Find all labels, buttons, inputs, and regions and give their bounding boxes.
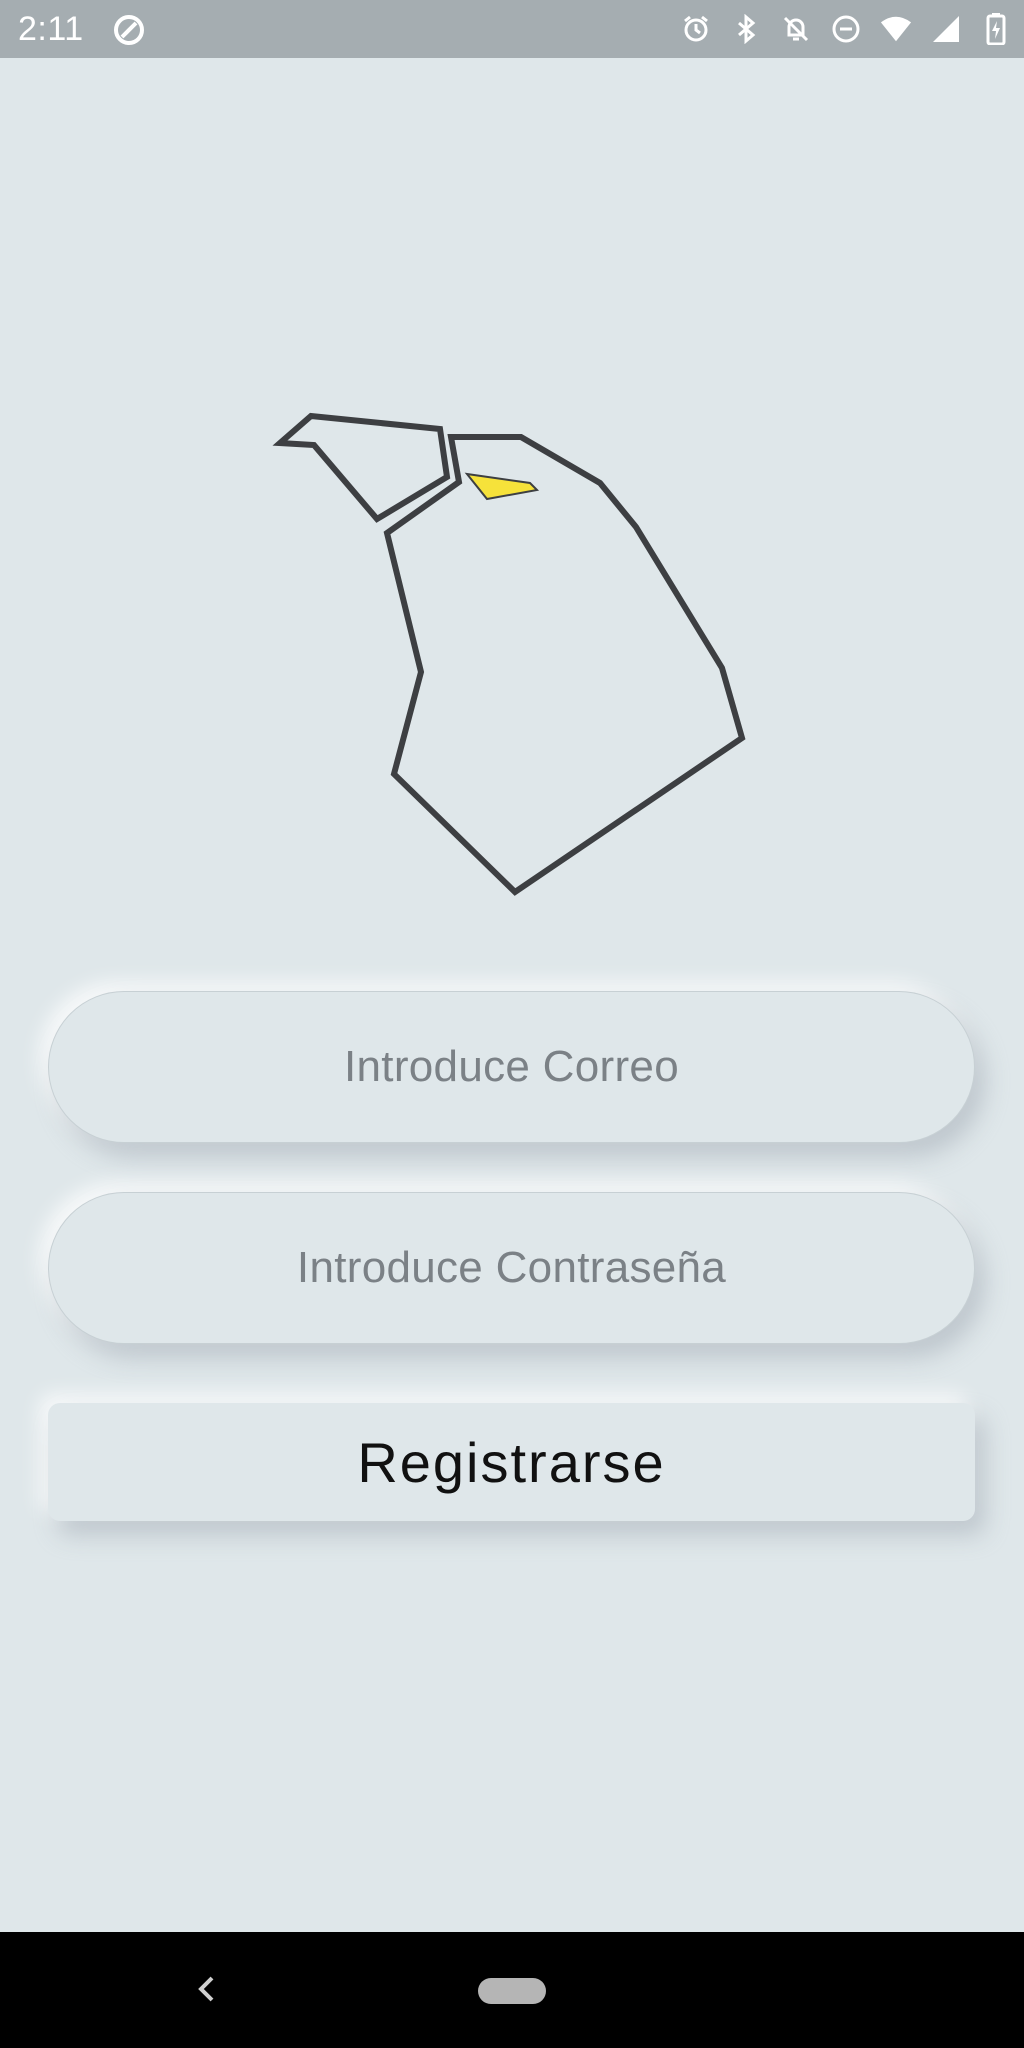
alarm-icon <box>680 13 712 45</box>
password-field[interactable]: Introduce Contraseña <box>48 1192 975 1344</box>
wifi-icon <box>880 13 912 45</box>
register-button-label: Registrarse <box>357 1430 666 1494</box>
logo-beak-shape <box>464 472 540 501</box>
navigation-bar <box>0 1932 1024 2048</box>
status-time: 2:11 <box>18 10 84 48</box>
bluetooth-icon <box>730 13 762 45</box>
battery-charging-icon <box>980 13 1012 45</box>
penguin-logo <box>272 412 746 896</box>
notifications-off-icon <box>780 13 812 45</box>
back-chevron-icon[interactable] <box>190 1972 224 2006</box>
home-pill-icon[interactable] <box>478 1978 546 2004</box>
email-placeholder: Introduce Correo <box>344 1042 679 1091</box>
logo-body-shape <box>383 434 746 896</box>
logo-head-shape <box>272 412 451 523</box>
register-button[interactable]: Registrarse <box>48 1403 975 1521</box>
status-bar: 2:11 <box>0 0 1024 58</box>
do-not-disturb-icon <box>830 13 862 45</box>
status-icons <box>680 12 1012 46</box>
email-field[interactable]: Introduce Correo <box>48 991 975 1143</box>
cellular-signal-icon <box>930 13 962 45</box>
password-placeholder: Introduce Contraseña <box>296 1243 727 1292</box>
data-saver-icon <box>112 13 146 47</box>
